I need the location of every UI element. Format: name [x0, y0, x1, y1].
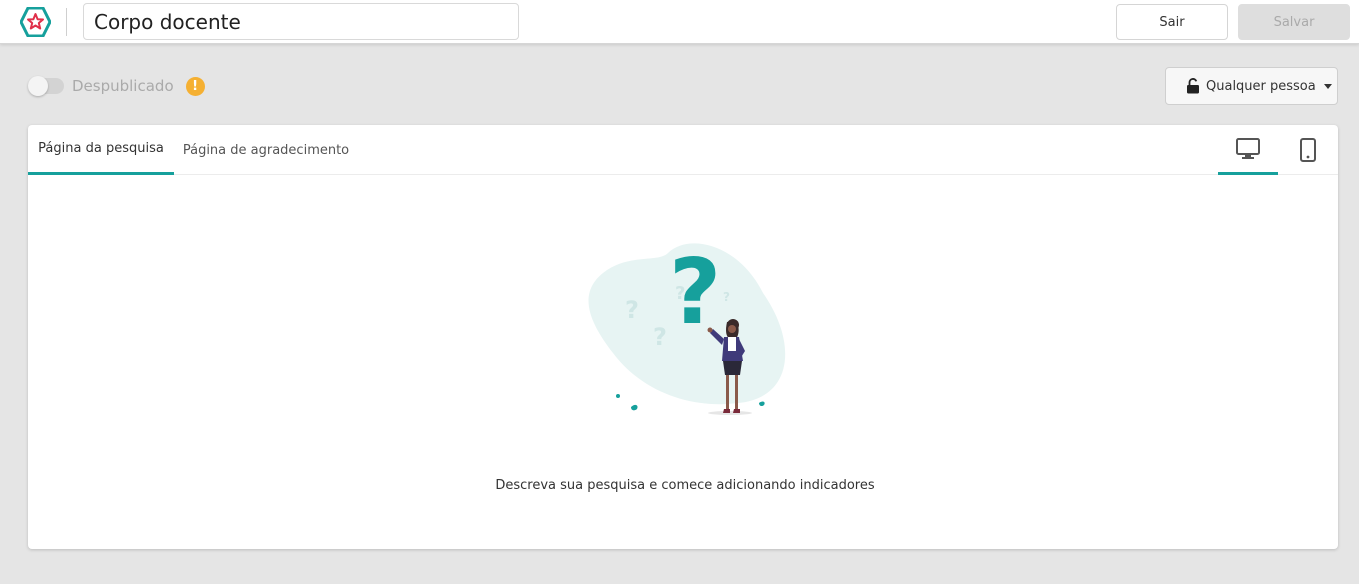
access-label: Qualquer pessoa [1206, 78, 1316, 94]
desktop-preview-tab[interactable] [1218, 125, 1278, 175]
mobile-preview-tab[interactable] [1278, 125, 1338, 175]
publish-toggle[interactable] [28, 76, 64, 96]
publish-status-row: Despublicado ! [28, 74, 205, 98]
app-logo-icon[interactable] [20, 7, 51, 37]
svg-text:?: ? [625, 296, 639, 324]
top-bar: Sair Salvar [0, 0, 1359, 44]
svg-text:?: ? [669, 240, 721, 345]
exclamation-circle-icon[interactable]: ! [185, 76, 205, 96]
desktop-icon [1236, 137, 1260, 159]
mobile-icon [1300, 138, 1316, 162]
svg-text:?: ? [723, 290, 730, 304]
survey-title-input[interactable] [83, 3, 519, 40]
empty-state-message: Descreva sua pesquisa e comece adicionan… [495, 478, 875, 493]
toggle-knob [28, 76, 48, 96]
svg-text:?: ? [653, 323, 667, 351]
header-divider [66, 8, 67, 36]
publish-status-label: Despublicado [72, 77, 174, 95]
access-dropdown[interactable]: Qualquer pessoa [1165, 67, 1338, 105]
tab-survey-page[interactable]: Página da pesquisa [28, 125, 174, 175]
unlock-icon [1187, 78, 1199, 94]
question-woman-illustration: ? ? ? ? ? [588, 240, 786, 415]
caret-down-icon [1323, 83, 1332, 89]
editor-card: Página da pesquisa Página de agradecimen… [28, 125, 1338, 549]
tabs-row: Página da pesquisa Página de agradecimen… [28, 125, 1338, 175]
save-button[interactable]: Salvar [1238, 4, 1350, 40]
exit-button[interactable]: Sair [1116, 4, 1228, 40]
tab-thank-you-page[interactable]: Página de agradecimento [174, 125, 358, 175]
